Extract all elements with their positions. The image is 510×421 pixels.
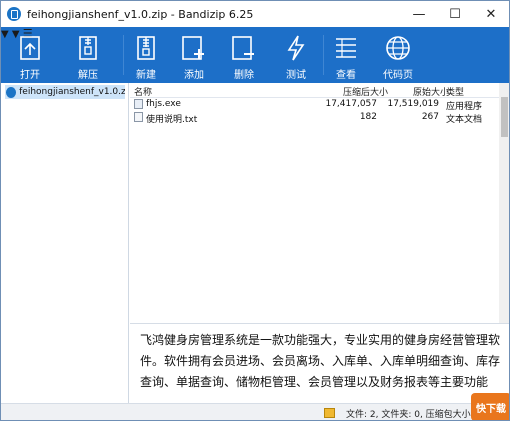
file-type: 文本文档: [446, 115, 483, 125]
toolbar: 打开 ▼ 解压 ▼ 新建 添加 删除 测试 查看 代码页 ☰: [1, 27, 509, 83]
status-bar: 文件: 2, 文件夹: 0, 压缩包大小: 16.6 MB: [1, 403, 509, 420]
add-icon: [180, 34, 208, 62]
archive-icon: [6, 86, 17, 98]
column-header-packed-size[interactable]: 压缩后大小: [343, 85, 388, 98]
extract-button[interactable]: 解压: [71, 27, 105, 83]
extract-label: 解压: [78, 70, 98, 81]
add-button[interactable]: 添加: [177, 27, 211, 83]
text-file-icon: [134, 112, 143, 122]
file-name: 使用说明.txt: [146, 115, 198, 125]
window-controls: — ☐ ✕: [401, 1, 509, 27]
file-original-size: 17,519,019: [387, 99, 439, 109]
file-original-size: 267: [421, 112, 439, 122]
table-row[interactable]: fhjs.exe 17,417,057 17,519,019 应用程序: [130, 98, 499, 112]
test-button[interactable]: 测试: [279, 27, 313, 83]
view-button[interactable]: 查看: [329, 27, 363, 83]
codepage-button[interactable]: 代码页: [379, 27, 417, 83]
tree-item-label: feihongjianshenf_v1.0.zip: [19, 87, 125, 97]
column-header-type[interactable]: 类型: [446, 85, 464, 98]
view-label: 查看: [336, 70, 356, 81]
codepage-label: 代码页: [383, 70, 413, 81]
bandizip-app-icon: [7, 7, 21, 21]
toolbar-divider: [123, 35, 124, 75]
open-label: 打开: [20, 70, 40, 81]
column-header-name[interactable]: 名称: [134, 85, 152, 98]
new-archive-icon: [132, 34, 160, 62]
tree-item-archive-root[interactable]: feihongjianshenf_v1.0.zip: [5, 85, 125, 99]
scrollbar-thumb[interactable]: [501, 97, 508, 137]
vertical-scrollbar[interactable]: [499, 83, 509, 323]
folder-tree-pane: feihongjianshenf_v1.0.zip: [1, 83, 129, 403]
window-title: feihongjianshenf_v1.0.zip - Bandizip 6.2…: [27, 7, 254, 21]
toolbar-divider: [323, 35, 324, 75]
delete-button[interactable]: 删除: [227, 27, 261, 83]
file-list: 名称 压缩后大小 原始大小 类型 fhjs.exe 17,417,057 17,…: [130, 83, 499, 323]
delete-label: 删除: [234, 70, 254, 81]
add-label: 添加: [184, 70, 204, 81]
open-dropdown-chevron-icon[interactable]: ▼: [1, 29, 9, 40]
extract-icon: [74, 34, 102, 62]
file-name: fhjs.exe: [146, 99, 181, 109]
new-archive-label: 新建: [136, 70, 156, 81]
codepage-icon: [384, 34, 412, 62]
file-packed-size: 182: [359, 112, 377, 122]
file-packed-size: 17,417,057: [325, 99, 377, 109]
archive-comment-panel: 飞鸿健身房管理系统是一款功能强大，专业实用的健身房经营管理软件。软件拥有会员进场…: [130, 323, 509, 403]
new-archive-button[interactable]: 新建: [129, 27, 163, 83]
maximize-button[interactable]: ☐: [437, 1, 473, 27]
test-label: 测试: [286, 70, 306, 81]
close-button[interactable]: ✕: [473, 1, 509, 27]
archive-comment-text: 飞鸿健身房管理系统是一款功能强大，专业实用的健身房经营管理软件。软件拥有会员进场…: [140, 333, 501, 389]
test-icon: [282, 34, 310, 62]
delete-icon: [230, 34, 258, 62]
open-archive-icon: [16, 34, 44, 62]
view-icon: [332, 34, 360, 62]
watermark-logo: 快下载: [471, 393, 509, 420]
archive-status-icon: [324, 408, 335, 418]
column-header-original-size[interactable]: 原始大小: [413, 85, 449, 98]
exe-file-icon: [134, 99, 143, 109]
app-window: feihongjianshenf_v1.0.zip - Bandizip 6.2…: [0, 0, 510, 421]
table-row[interactable]: 使用说明.txt 182 267 文本文档: [130, 111, 499, 125]
title-bar: feihongjianshenf_v1.0.zip - Bandizip 6.2…: [1, 1, 509, 27]
minimize-button[interactable]: —: [401, 1, 437, 27]
open-button[interactable]: 打开: [13, 27, 47, 83]
column-header-row: 名称 压缩后大小 原始大小 类型: [130, 83, 499, 98]
